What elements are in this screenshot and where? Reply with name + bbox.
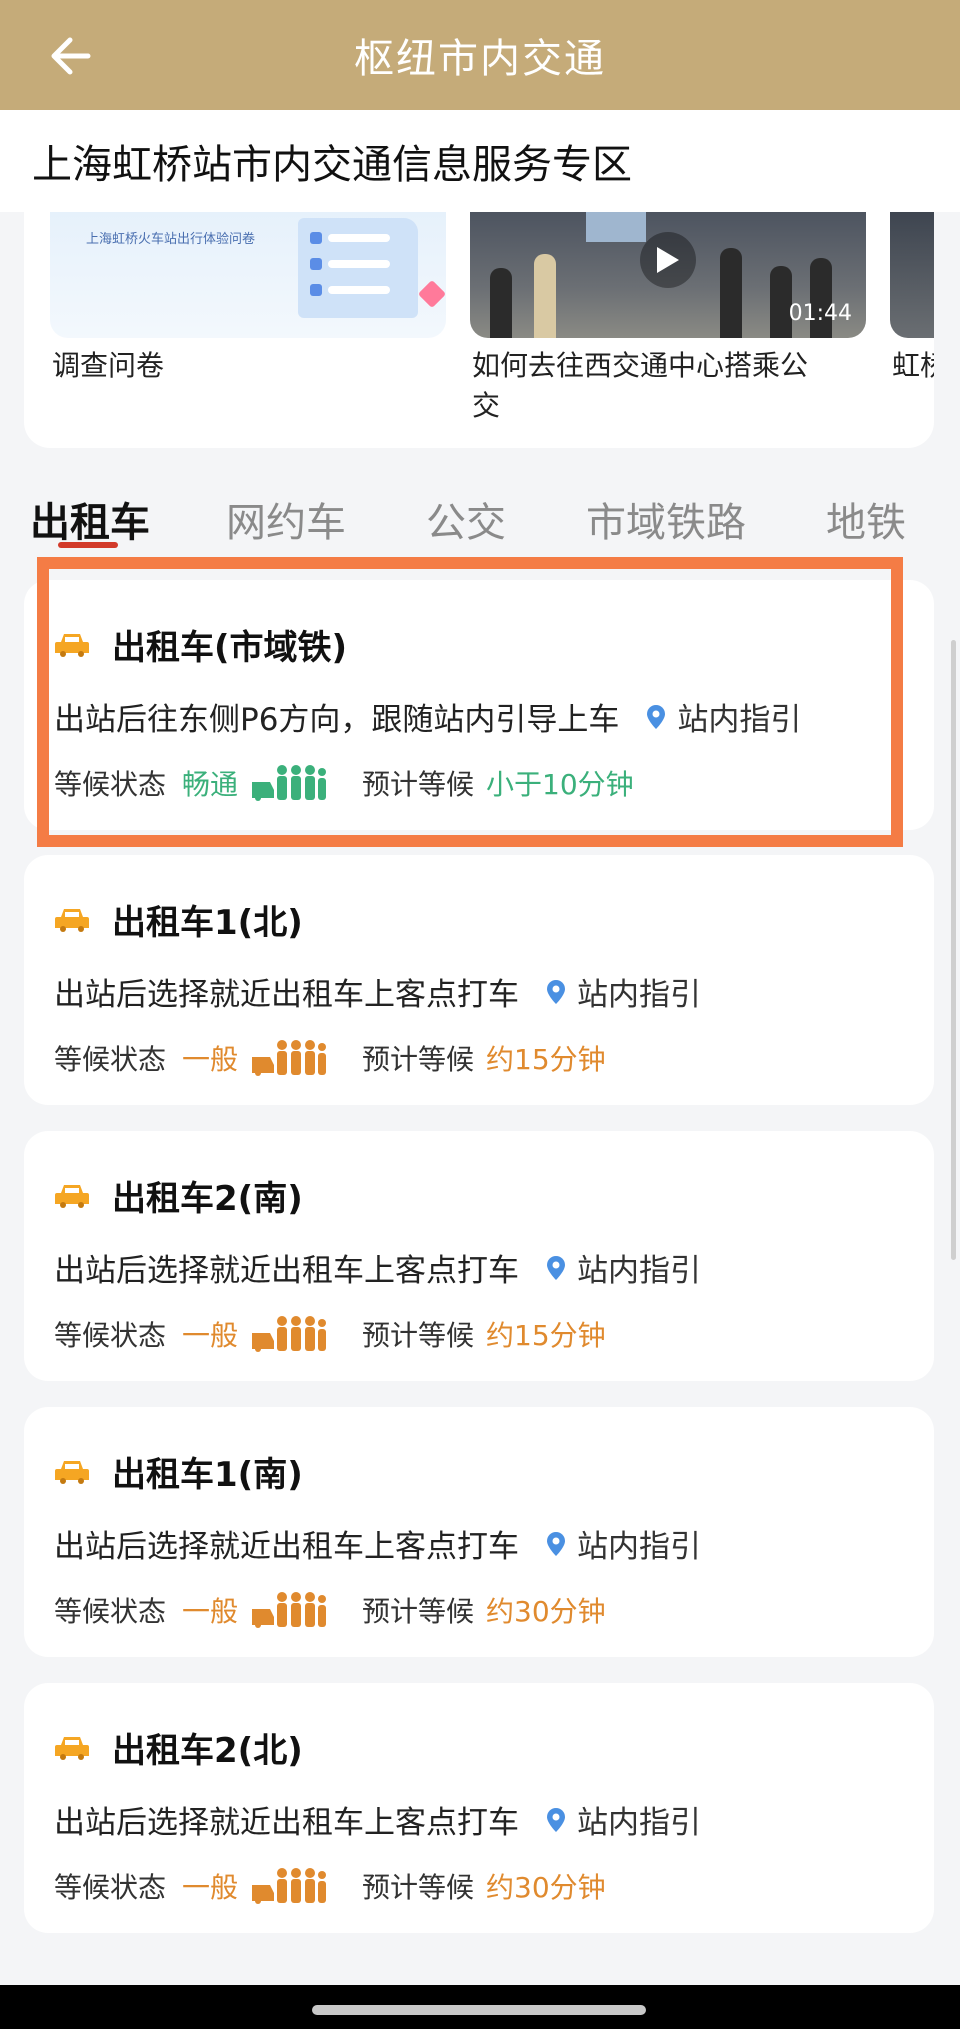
taxi-icon <box>55 1460 89 1484</box>
wait-label: 预计等候 <box>362 1043 475 1076</box>
card-title: 出租车2(北) <box>112 1731 303 1771</box>
partial-caption: 虹桥 <box>892 349 934 382</box>
survey-paper-icon <box>298 218 418 318</box>
queue-crowd-icon <box>252 1040 327 1076</box>
guide-label: 站内指引 <box>577 1253 701 1289</box>
survey-thumbnail: 上海虹桥火车站出行体验问卷 <box>50 212 446 338</box>
taxi-card[interactable]: 出租车(市域铁) 出站后往东侧P6方向，跟随站内引导上车 站内指引 等候状态 畅… <box>24 580 934 830</box>
tab-active-indicator <box>58 542 118 548</box>
card-title: 出租车1(北) <box>112 903 303 943</box>
status-label: 等候状态 <box>54 1043 167 1076</box>
status-value: 一般 <box>182 1595 239 1628</box>
partial-thumbnail <box>890 212 934 338</box>
tab-ride-hailing[interactable]: 网约车 <box>226 490 346 548</box>
video-caption: 如何去往西交通中心搭乘公 交 <box>470 346 866 426</box>
guide-label: 站内指引 <box>577 977 701 1013</box>
status-label: 等候状态 <box>54 768 167 801</box>
queue-crowd-icon <box>252 1316 327 1352</box>
status-label: 等候状态 <box>54 1595 167 1628</box>
page-title: 枢纽市内交通 <box>354 36 606 82</box>
home-indicator[interactable] <box>312 2005 646 2015</box>
card-title: 出租车(市域铁) <box>112 628 348 668</box>
top-app-bar: 枢纽市内交通 <box>0 0 960 110</box>
taxi-icon <box>55 633 89 657</box>
video-caption-line2: 交 <box>472 389 501 422</box>
status-label: 等候状态 <box>54 1319 167 1352</box>
station-guide-link[interactable]: 站内指引 <box>545 969 701 1014</box>
card-description: 出站后选择就近出租车上客点打车 <box>54 977 519 1013</box>
tab-bus[interactable]: 公交 <box>426 490 506 548</box>
wait-label: 预计等候 <box>362 1871 475 1904</box>
section-title: 上海虹桥站市内交通信息服务专区 <box>0 110 960 212</box>
survey-item[interactable]: 上海虹桥火车站出行体验问卷 调查问卷 <box>50 212 446 386</box>
card-title: 出租车2(南) <box>112 1179 303 1219</box>
wait-label: 预计等候 <box>362 1319 475 1352</box>
sparkle-icon <box>417 279 446 309</box>
status-value: 畅通 <box>182 768 239 801</box>
guide-label: 站内指引 <box>577 1529 701 1565</box>
transport-tabs: 出租车 网约车 公交 市域铁路 地铁 <box>0 470 960 562</box>
wait-value: 约15分钟 <box>486 1043 606 1076</box>
partial-item[interactable]: 虹桥 <box>890 212 934 386</box>
taxi-icon <box>55 1736 89 1760</box>
tab-metro[interactable]: 地铁 <box>826 490 906 548</box>
card-description: 出站后选择就近出租车上客点打车 <box>54 1253 519 1289</box>
taxi-card[interactable]: 出租车2(南) 出站后选择就近出租车上客点打车 站内指引 等候状态 一般 预计等… <box>24 1131 934 1381</box>
card-description: 出站后选择就近出租车上客点打车 <box>54 1529 519 1565</box>
video-item[interactable]: 01:44 如何去往西交通中心搭乘公 交 <box>470 212 866 426</box>
survey-thumb-text: 上海虹桥火车站出行体验问卷 <box>86 232 256 247</box>
guide-label: 站内指引 <box>677 702 802 738</box>
tab-suburban-rail[interactable]: 市域铁路 <box>586 490 746 548</box>
station-guide-link[interactable]: 站内指引 <box>545 1245 701 1290</box>
wait-value: 约15分钟 <box>486 1319 606 1352</box>
taxi-icon <box>55 1184 89 1208</box>
status-value: 一般 <box>182 1319 239 1352</box>
guide-label: 站内指引 <box>577 1805 701 1841</box>
status-value: 一般 <box>182 1871 239 1904</box>
status-label: 等候状态 <box>54 1871 167 1904</box>
taxi-card[interactable]: 出租车1(南) 出站后选择就近出租车上客点打车 站内指引 等候状态 一般 预计等… <box>24 1407 934 1657</box>
queue-crowd-icon <box>252 765 327 801</box>
taxi-card[interactable]: 出租车2(北) 出站后选择就近出租车上客点打车 站内指引 等候状态 一般 预计等… <box>24 1683 934 1933</box>
play-icon[interactable] <box>640 232 696 288</box>
card-description: 出站后往东侧P6方向，跟随站内引导上车 <box>54 702 620 738</box>
wait-label: 预计等候 <box>362 1595 475 1628</box>
media-carousel[interactable]: 上海虹桥火车站出行体验问卷 调查问卷 01:44 如何去往西交通中心搭乘公 交 … <box>24 212 934 448</box>
card-description: 出站后选择就近出租车上客点打车 <box>54 1805 519 1841</box>
taxi-icon <box>55 908 89 932</box>
tab-taxi[interactable]: 出租车 <box>30 490 150 548</box>
location-pin-icon <box>647 704 666 729</box>
wait-value: 约30分钟 <box>486 1871 606 1904</box>
queue-crowd-icon <box>252 1868 327 1904</box>
station-guide-link[interactable]: 站内指引 <box>545 1521 701 1566</box>
video-thumbnail: 01:44 <box>470 212 866 338</box>
taxi-card[interactable]: 出租车1(北) 出站后选择就近出租车上客点打车 站内指引 等候状态 一般 预计等… <box>24 855 934 1105</box>
back-button[interactable] <box>44 30 96 82</box>
status-value: 一般 <box>182 1043 239 1076</box>
queue-crowd-icon <box>252 1592 327 1628</box>
card-title: 出租车1(南) <box>112 1455 303 1495</box>
video-duration: 01:44 <box>788 301 852 326</box>
wait-value: 小于10分钟 <box>486 768 634 801</box>
location-pin-icon <box>547 1531 565 1556</box>
survey-caption: 调查问卷 <box>52 349 165 382</box>
location-pin-icon <box>547 1807 565 1832</box>
station-guide-link[interactable]: 站内指引 <box>545 1797 701 1842</box>
scrollbar[interactable] <box>951 640 956 1260</box>
station-guide-link[interactable]: 站内指引 <box>645 694 801 739</box>
arrow-left-icon <box>51 37 91 75</box>
video-caption-line1: 如何去往西交通中心搭乘公 <box>472 349 809 382</box>
wait-value: 约30分钟 <box>486 1595 606 1628</box>
location-pin-icon <box>547 1255 565 1280</box>
location-pin-icon <box>547 979 565 1004</box>
wait-label: 预计等候 <box>362 768 475 801</box>
